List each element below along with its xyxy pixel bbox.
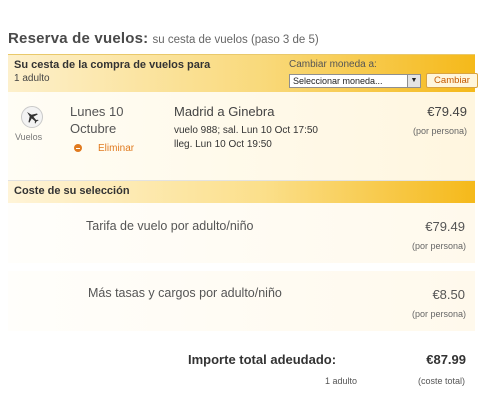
plane-icon [21, 106, 43, 128]
flight-route: Madrid a Ginebra [174, 104, 275, 119]
cost-item-note: (por persona) [411, 309, 466, 319]
flight-departure: vuelo 988; sal. Lun 10 Oct 17:50 [174, 125, 318, 136]
page-title: Reserva de vuelos: su cesta de vuelos (p… [8, 30, 319, 47]
cart-passengers: 1 adulto [14, 73, 50, 84]
currency-select-value: Seleccionar moneda... [293, 76, 383, 86]
flight-price: €79.49 [427, 104, 467, 119]
page-title-sub: su cesta de vuelos (paso 3 de 5) [152, 34, 319, 46]
cost-item-price: €8.50 [432, 287, 465, 302]
cart-header: Su cesta de la compra de vuelos para 1 a… [8, 54, 478, 93]
cost-header: Coste de su selección [8, 181, 475, 203]
flight-item: Vuelos Lunes 10 Octubre Eliminar Madrid … [8, 92, 475, 181]
cost-title: Coste de su selección [14, 185, 130, 197]
currency-label: Cambiar moneda a: [289, 59, 377, 70]
cost-item-label: Más tasas y cargos por adulto/niño [88, 286, 282, 300]
total-label: Importe total adeudado: [188, 352, 337, 367]
flight-day: Lunes 10 [70, 104, 124, 119]
flight-month: Octubre [70, 121, 117, 136]
cost-item-note: (por persona) [411, 241, 466, 251]
cost-item-price: €79.49 [425, 219, 465, 234]
total-value: €87.99 [426, 352, 466, 367]
total-note: (coste total) [417, 376, 465, 386]
change-currency-button[interactable]: Cambiar [426, 73, 478, 88]
page-title-main: Reserva de vuelos: [8, 30, 149, 47]
cart-title: Su cesta de la compra de vuelos para [14, 59, 211, 71]
flight-price-note: (por persona) [412, 126, 467, 136]
currency-select[interactable]: Seleccionar moneda... ▼ [289, 74, 421, 88]
cost-item-label: Tarifa de vuelo por adulto/niño [86, 219, 254, 233]
remove-icon[interactable] [74, 144, 82, 152]
cost-line-item: Más tasas y cargos por adulto/niño €8.50… [8, 271, 475, 331]
cost-line-item: Tarifa de vuelo por adulto/niño €79.49 (… [8, 203, 475, 263]
total-passengers: 1 adulto [325, 376, 358, 386]
flight-arrival: lleg. Lun 10 Oct 19:50 [174, 139, 272, 150]
chevron-down-icon[interactable]: ▼ [407, 75, 420, 87]
remove-link[interactable]: Eliminar [98, 143, 134, 154]
flights-label: Vuelos [15, 132, 43, 142]
